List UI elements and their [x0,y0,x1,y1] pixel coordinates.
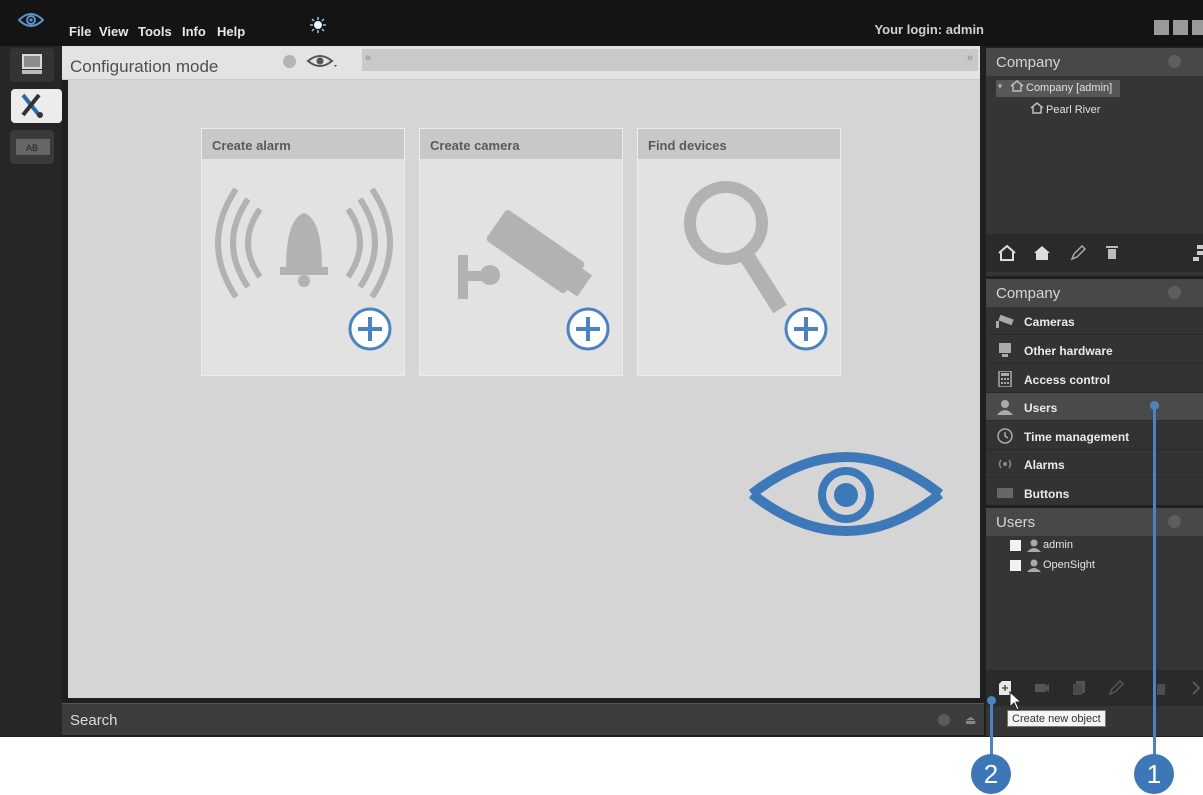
mode-toolbar: AB [0,46,62,736]
user-name: OpenSight [1043,559,1095,571]
help-icon[interactable] [1168,515,1181,528]
create-camera-card[interactable]: Create camera [419,128,623,376]
view-eye-icon[interactable] [306,53,340,76]
building-icon [1010,80,1024,95]
day-mode-icon[interactable] [310,17,326,36]
menu-file[interactable]: File [69,23,91,41]
tree-node-company[interactable]: ▼ Company [admin] [996,80,1120,97]
keypad-icon [998,371,1012,387]
export-icon[interactable] [1191,681,1203,695]
category-users[interactable]: Users [986,393,1203,421]
user-name: admin [1043,539,1073,551]
mouse-pointer-icon [1009,691,1023,711]
tree-node-label: Company [admin] [1026,82,1113,94]
panel-header: Company [986,48,1203,76]
minimize-button[interactable] [1154,20,1169,35]
app-logo-icon [17,11,45,32]
help-icon[interactable] [1168,286,1181,299]
expand-arrow-icon[interactable]: ▼ [996,82,1004,91]
clock-icon [997,428,1013,444]
user-checkbox[interactable] [1010,560,1021,571]
ab-icon: AB [16,139,50,155]
card-title: Create alarm [202,129,404,159]
callout-1-line [1153,405,1156,755]
add-building-icon[interactable] [998,245,1016,261]
search-label: Search [70,712,118,729]
search-help-icon[interactable] [938,714,950,726]
page-title: Configuration mode [70,57,219,76]
card-title: Find devices [638,129,840,159]
camera-icon [458,210,610,351]
panel-header: Company [986,279,1203,307]
menu-tools[interactable]: Tools [138,23,172,41]
alarm-icon [998,459,1012,469]
home-icon[interactable] [1033,245,1051,261]
button-icon [997,488,1013,498]
monitor-icon [22,54,42,74]
edit-icon[interactable] [1108,680,1124,696]
ab-mode-button[interactable]: AB [10,130,54,164]
magnifier-icon [684,181,828,351]
panel-title: Company [996,54,1061,71]
help-icon[interactable] [283,55,296,68]
user-checkbox[interactable] [1010,540,1021,551]
category-alarms[interactable]: Alarms [986,450,1203,478]
find-devices-card[interactable]: Find devices [637,128,841,376]
login-status: Your login: admin [874,22,984,37]
callout-2-badge: 2 [971,754,1011,794]
category-other-hardware[interactable]: Other hardware [986,336,1203,364]
edit-icon[interactable] [1070,245,1086,261]
application-window: File View Tools Info Help Your login: ad… [0,0,1203,737]
collapse-right-icon[interactable]: » [967,52,973,64]
maximize-button[interactable] [1173,20,1188,35]
delete-icon[interactable] [1156,681,1166,695]
monitor-icon [999,343,1011,357]
camera-icon [996,314,1014,328]
search-bar[interactable]: Search ⏏ [62,703,984,735]
callout-1-badge: 1 [1134,754,1174,794]
company-toolbar [986,234,1203,272]
tree-icon[interactable] [1193,245,1203,261]
category-cameras[interactable]: Cameras [986,307,1203,335]
close-button[interactable] [1192,20,1203,35]
building-icon [1030,102,1044,117]
category-access-control[interactable]: Access control [986,365,1203,393]
user-icon [1027,559,1041,572]
panel-header: Users [986,508,1203,536]
delete-icon[interactable] [1106,245,1118,260]
menu-view[interactable]: View [99,23,128,41]
category-time-management[interactable]: Time management [986,422,1203,450]
watermark-eye-icon [748,452,944,536]
monitoring-mode-button[interactable] [10,48,54,82]
tree-node-label: Pearl River [1046,104,1101,116]
categories-panel: Company Cameras Other hardware Access co… [986,279,1203,505]
category-buttons[interactable]: Buttons [986,479,1203,505]
alarm-icon [215,187,393,351]
expand-up-icon[interactable]: ⏏ [965,713,976,727]
copy-icon[interactable] [1072,680,1086,696]
menu-info[interactable]: Info [182,23,206,41]
tooltip: Create new object [1007,710,1106,727]
panel-title: Users [996,514,1036,531]
night-mode-icon[interactable] [334,17,346,36]
card-title: Create camera [420,129,622,159]
callout-2-line [990,700,993,756]
configuration-header: Configuration mode « » [62,46,980,80]
help-icon[interactable] [1168,55,1181,68]
user-icon [997,400,1013,415]
create-alarm-card[interactable]: Create alarm [201,128,405,376]
configuration-workspace: Create alarm Create camera Find devices [68,80,980,698]
collapse-left-icon[interactable]: « [365,52,371,64]
camera-icon[interactable] [1034,682,1050,694]
company-tree-panel: Company ▼ Company [admin] Pearl River [986,48,1203,276]
menu-bar: File View Tools Info Help Your login: ad… [0,0,1203,46]
svg-text:AB: AB [26,143,38,153]
configuration-mode-button[interactable] [11,89,62,123]
collapsed-panel-strip[interactable]: « » [362,49,978,71]
tools-icon [21,93,43,118]
user-icon [1027,539,1041,552]
panel-title: Company [996,285,1061,302]
menu-help[interactable]: Help [217,23,245,41]
